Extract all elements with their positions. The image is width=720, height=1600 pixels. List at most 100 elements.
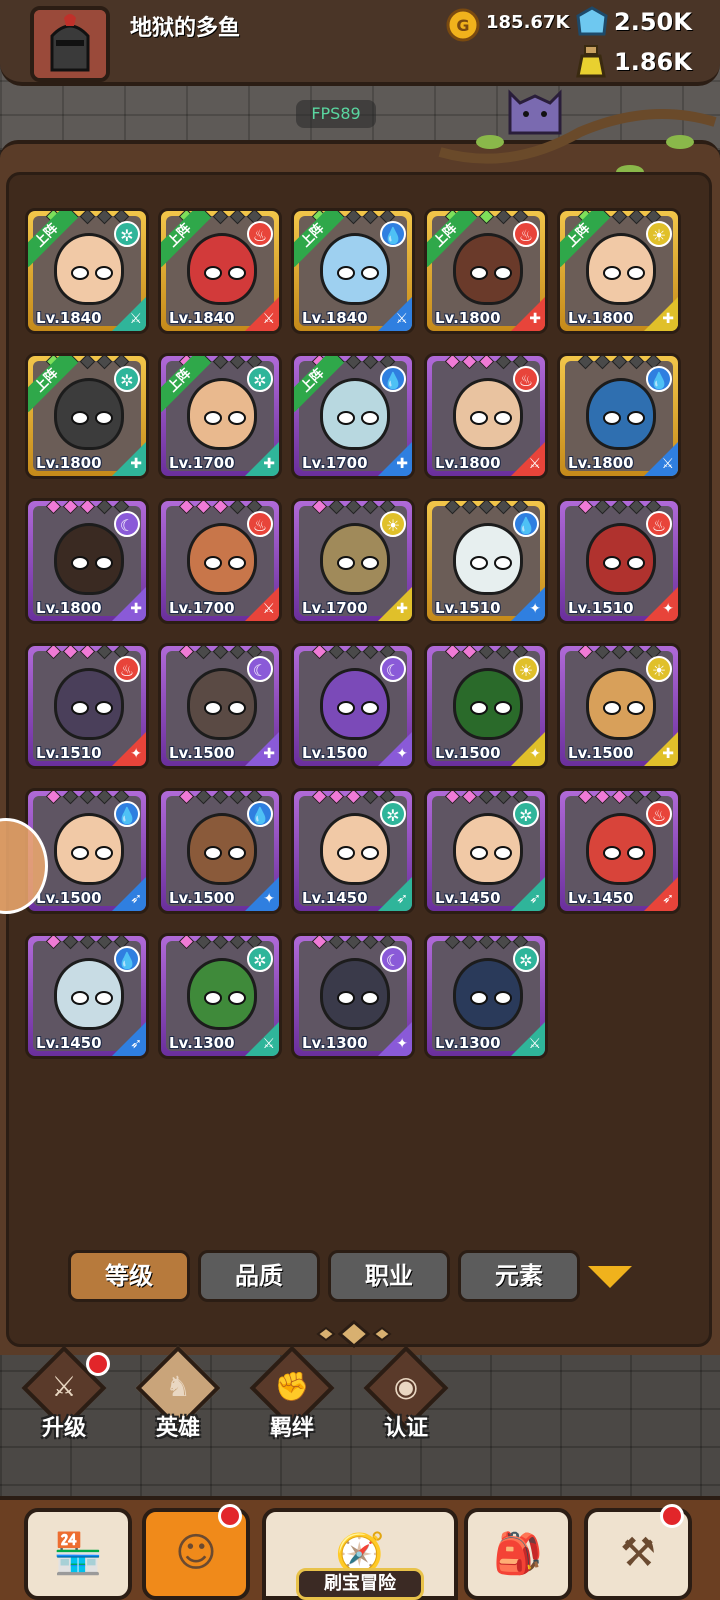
wind-element-icon: ✲ xyxy=(114,366,140,392)
water-element-icon: 💧 xyxy=(513,511,539,537)
filter-tab-element[interactable]: 元素 xyxy=(458,1250,580,1302)
hero-level: Lv.1840 xyxy=(36,309,102,327)
fire-element-icon: ♨ xyxy=(513,221,539,247)
gem-amount: 2.50K xyxy=(614,8,692,36)
hero-card[interactable]: 上阵 ♨ ⚔ Lv.1840 xyxy=(158,208,282,334)
hero-card[interactable]: ♨ ➶ Lv.1450 xyxy=(557,788,681,914)
hero-level: Lv.1450 xyxy=(36,1034,102,1052)
hero-portrait xyxy=(54,813,124,885)
dark-element-icon: ☾ xyxy=(114,511,140,537)
hero-card[interactable]: 💧 ✦ Lv.1510 xyxy=(424,498,548,624)
gem-icon xyxy=(495,356,511,370)
hero-level: Lv.1800 xyxy=(435,309,501,327)
water-element-icon: 💧 xyxy=(114,946,140,972)
hero-card[interactable]: ✲ ⚔ Lv.1300 xyxy=(158,933,282,1059)
wind-element-icon: ✲ xyxy=(513,946,539,972)
hero-card[interactable]: 上阵 ✲ ✚ Lv.1800 xyxy=(25,353,149,479)
shop-button[interactable]: 🏪 xyxy=(24,1508,132,1600)
backpack-button[interactable]: 🎒 xyxy=(464,1508,572,1600)
adventure-label[interactable]: 刷宝冒险 xyxy=(296,1568,424,1600)
hero-card[interactable]: ✲ ➶ Lv.1450 xyxy=(291,788,415,914)
player-avatar[interactable] xyxy=(30,6,110,82)
hero-card[interactable]: ☾ ✦ Lv.1500 xyxy=(291,643,415,769)
gem-icon xyxy=(45,936,61,950)
hero-card[interactable]: ✲ ➶ Lv.1450 xyxy=(424,788,548,914)
hero-level: Lv.1800 xyxy=(568,454,634,472)
hero-card[interactable]: 上阵 ☀ ✚ Lv.1800 xyxy=(557,208,681,334)
hero-portrait xyxy=(187,958,257,1030)
hero-card[interactable]: ♨ ✦ Lv.1510 xyxy=(25,643,149,769)
heroes-button[interactable]: ☺ xyxy=(142,1504,250,1600)
hero-level: Lv.1800 xyxy=(568,309,634,327)
gem-icon xyxy=(628,646,644,660)
hero-card[interactable]: 💧 ➶ Lv.1450 xyxy=(25,933,149,1059)
wind-element-icon: ✲ xyxy=(247,366,273,392)
hero-card[interactable]: ♨ ✦ Lv.1510 xyxy=(557,498,681,624)
gem-icon xyxy=(195,936,211,950)
fire-element-icon: ♨ xyxy=(247,511,273,537)
gem-icon xyxy=(362,791,378,805)
top-status-bar: 地狱的多鱼 G 185.67K 2.50K 1.86K xyxy=(0,0,720,86)
hero-card[interactable]: ☾ ✚ Lv.1500 xyxy=(158,643,282,769)
gem-icon xyxy=(212,211,228,225)
hero-card[interactable]: ☀ ✚ Lv.1500 xyxy=(557,643,681,769)
hero-card[interactable]: ☀ ✚ Lv.1700 xyxy=(291,498,415,624)
gem-icon xyxy=(478,646,494,660)
gem-icon xyxy=(328,646,344,660)
hero-card[interactable]: 💧 ⚔ Lv.1800 xyxy=(557,353,681,479)
hero-card[interactable]: 💧 ✦ Lv.1500 xyxy=(158,788,282,914)
hero-portrait xyxy=(187,378,257,450)
gem-icon xyxy=(96,646,112,660)
gem-icon xyxy=(212,936,228,950)
gem-icon xyxy=(229,936,245,950)
hero-card[interactable]: 上阵 ✲ ⚔ Lv.1840 xyxy=(25,208,149,334)
hero-card[interactable]: 上阵 ♨ ✚ Lv.1800 xyxy=(424,208,548,334)
gem-icon xyxy=(611,356,627,370)
shop-icon: 🏪 xyxy=(53,1531,103,1577)
forge-button[interactable]: ⚒ xyxy=(584,1504,692,1600)
gem-icon xyxy=(461,791,477,805)
hero-card[interactable]: ♨ ⚔ Lv.1700 xyxy=(158,498,282,624)
hero-card[interactable]: ♨ ⚔ Lv.1800 xyxy=(424,353,548,479)
hero-level: Lv.1300 xyxy=(435,1034,501,1052)
gem-icon xyxy=(345,501,361,515)
gem-icon xyxy=(79,501,95,515)
filter-dropdown-arrow-icon[interactable] xyxy=(588,1266,632,1288)
hero-card[interactable]: ☾ ✚ Lv.1800 xyxy=(25,498,149,624)
hero-level: Lv.1450 xyxy=(302,889,368,907)
gem-icon xyxy=(345,791,361,805)
gem-icon xyxy=(345,936,361,950)
hero-portrait xyxy=(586,523,656,595)
fire-element-icon: ♨ xyxy=(646,511,672,537)
subnav-upgrade[interactable]: ⚔ 升级 xyxy=(14,1345,114,1446)
hero-level: Lv.1510 xyxy=(568,599,634,617)
hero-card[interactable]: 上阵 💧 ✚ Lv.1700 xyxy=(291,353,415,479)
filter-tab-quality[interactable]: 品质 xyxy=(198,1250,320,1302)
hero-level: Lv.1700 xyxy=(169,454,235,472)
blue-crystal-icon xyxy=(576,6,608,36)
gem-icon xyxy=(362,211,378,225)
gem-icon xyxy=(195,501,211,515)
hero-level: Lv.1300 xyxy=(169,1034,235,1052)
light-element-icon: ☀ xyxy=(513,656,539,682)
fire-element-icon: ♨ xyxy=(646,801,672,827)
gem-icon xyxy=(195,646,211,660)
subnav-heroes[interactable]: ♞ 英雄 xyxy=(128,1345,228,1446)
gem-icon xyxy=(594,646,610,660)
gem-icon xyxy=(311,501,327,515)
filter-tab-class[interactable]: 职业 xyxy=(328,1250,450,1302)
hero-card[interactable]: ✲ ⚔ Lv.1300 xyxy=(424,933,548,1059)
subnav-bond[interactable]: ✊ 羁绊 xyxy=(242,1345,342,1446)
hero-card[interactable]: ☀ ✦ Lv.1500 xyxy=(424,643,548,769)
handshake-icon: ✊ xyxy=(274,1370,310,1403)
gem-icon xyxy=(178,791,194,805)
hero-card[interactable]: 上阵 ✲ ✚ Lv.1700 xyxy=(158,353,282,479)
hero-card[interactable]: ☾ ✦ Lv.1300 xyxy=(291,933,415,1059)
hero-card[interactable]: 上阵 💧 ⚔ Lv.1840 xyxy=(291,208,415,334)
subnav-certify[interactable]: ◉ 认证 xyxy=(356,1345,456,1446)
gold-coin-icon: G xyxy=(446,8,480,42)
gem-icon xyxy=(79,211,95,225)
hero-icon: ♞ xyxy=(165,1370,191,1403)
gem-icon xyxy=(478,356,494,370)
filter-tab-level[interactable]: 等级 xyxy=(68,1250,190,1302)
